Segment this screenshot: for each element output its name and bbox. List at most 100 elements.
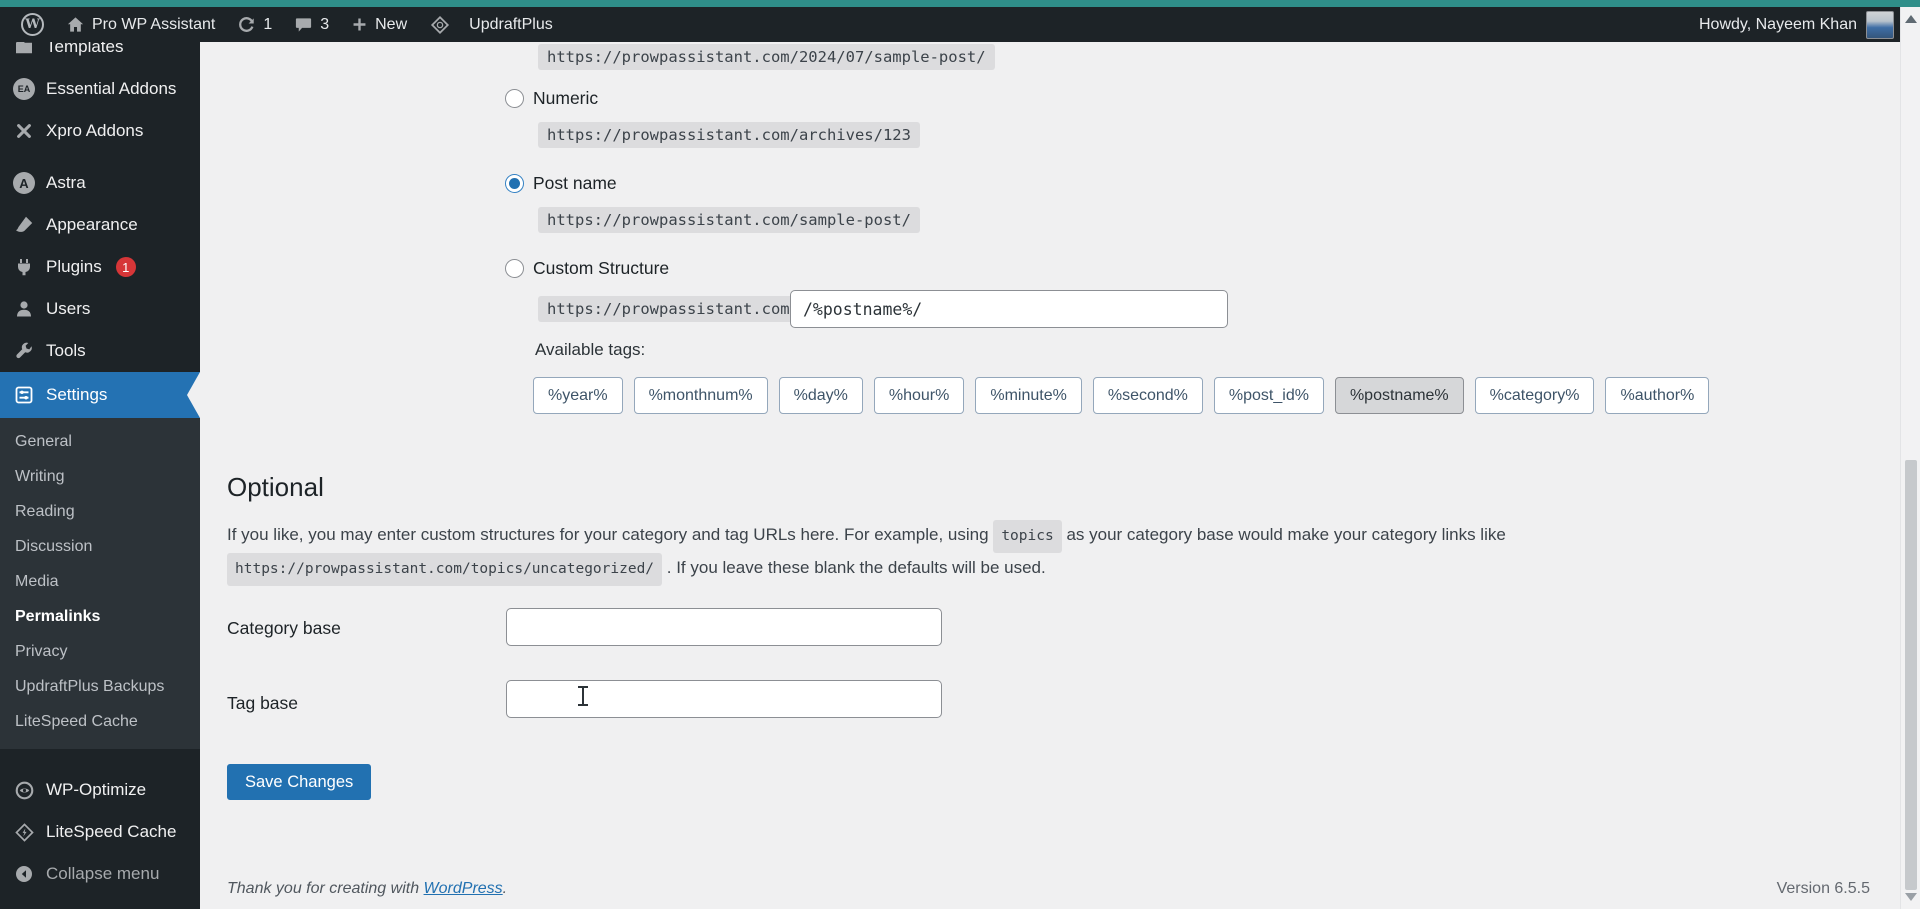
wordpress-admin-screen: W Pro WP Assistant 1 3: [0, 0, 1920, 909]
sidebar-item-users[interactable]: Users: [0, 288, 200, 330]
category-url-code-chip: https://prowpassistant.com/topics/uncate…: [227, 553, 662, 586]
site-name-button[interactable]: Pro WP Assistant: [55, 7, 226, 42]
wordpress-menu-button[interactable]: W: [10, 7, 55, 42]
sidebar-item-tools[interactable]: Tools: [0, 330, 200, 372]
footer-period: .: [503, 880, 507, 897]
post-name-option[interactable]: Post name: [505, 173, 617, 194]
sidebar-item-plugins[interactable]: Plugins 1: [0, 246, 200, 288]
submenu-item-privacy[interactable]: Privacy: [0, 634, 200, 669]
wordpress-link[interactable]: WordPress: [424, 880, 503, 897]
tag-base-input[interactable]: [506, 680, 942, 718]
collapse-arrow-icon: [12, 864, 36, 884]
tag-button-monthnum[interactable]: %monthnum%: [634, 377, 768, 414]
scrollbar-thumb[interactable]: [1905, 460, 1917, 890]
site-name-label: Pro WP Assistant: [92, 16, 215, 34]
up-triangle-icon: [1905, 15, 1917, 23]
optional-description-line2: https://prowpassistant.com/topics/uncate…: [227, 553, 1527, 586]
category-base-input[interactable]: [506, 608, 942, 646]
howdy-label[interactable]: Howdy, Nayeem Khan: [1699, 16, 1857, 34]
optional-description: If you like, you may enter custom struct…: [227, 520, 1527, 586]
wp-optimize-icon: [12, 780, 36, 801]
scroll-down-arrow[interactable]: [1901, 887, 1920, 907]
xpro-x-icon: [12, 122, 36, 140]
submenu-item-discussion[interactable]: Discussion: [0, 529, 200, 564]
numeric-radio[interactable]: [505, 89, 524, 108]
description-text: . If you leave these blank the defaults …: [667, 558, 1046, 577]
astra-icon: A: [12, 172, 36, 194]
footer-version: Version 6.5.5: [1777, 880, 1870, 898]
tag-button-postname[interactable]: %postname%: [1335, 377, 1464, 414]
footer-thanks: Thank you for creating with WordPress.: [227, 880, 507, 898]
sidebar-item-templates[interactable]: Templates: [0, 42, 200, 68]
permalink-settings-content: https://prowpassistant.com/2024/07/sampl…: [200, 42, 1900, 909]
post-name-radio[interactable]: [505, 174, 524, 193]
sidebar-item-litespeed[interactable]: LiteSpeed Cache: [0, 811, 200, 853]
vertical-scrollbar[interactable]: [1900, 7, 1920, 909]
sidebar-item-wp-optimize[interactable]: WP-Optimize: [0, 769, 200, 811]
scroll-up-arrow[interactable]: [1901, 9, 1920, 29]
tag-button-post-id[interactable]: %post_id%: [1214, 377, 1324, 414]
save-changes-button[interactable]: Save Changes: [227, 764, 371, 800]
available-tags-row: %year% %monthnum% %day% %hour% %minute% …: [533, 377, 1709, 414]
numeric-example-url: https://prowpassistant.com/archives/123: [538, 122, 920, 148]
sidebar-item-label: Astra: [46, 173, 86, 193]
updraftplus-diamond-icon: [429, 14, 451, 36]
submenu-item-writing[interactable]: Writing: [0, 459, 200, 494]
tag-button-hour[interactable]: %hour%: [874, 377, 964, 414]
window-top-strip: [0, 0, 1920, 7]
admin-sidebar: Templates EA Essential Addons Xpro Addon…: [0, 42, 200, 909]
custom-structure-radio-label: Custom Structure: [533, 258, 669, 279]
sidebar-item-label: Plugins: [46, 257, 102, 277]
user-avatar[interactable]: [1866, 11, 1894, 39]
tag-button-minute[interactable]: %minute%: [975, 377, 1081, 414]
submenu-item-updraftplus-backups[interactable]: UpdraftPlus Backups: [0, 669, 200, 704]
new-content-button[interactable]: New: [340, 7, 418, 42]
collapse-menu-button[interactable]: Collapse menu: [0, 853, 200, 895]
custom-structure-input[interactable]: [790, 290, 1228, 328]
update-icon: [237, 15, 256, 34]
sidebar-item-astra[interactable]: A Astra: [0, 162, 200, 204]
updates-button[interactable]: 1: [226, 7, 283, 42]
submenu-item-media[interactable]: Media: [0, 564, 200, 599]
sidebar-item-label: WP-Optimize: [46, 780, 146, 800]
submenu-item-litespeed-cache[interactable]: LiteSpeed Cache: [0, 704, 200, 739]
updraftplus-label: UpdraftPlus: [469, 16, 553, 34]
sidebar-item-label: Settings: [46, 385, 107, 405]
wrench-icon: [12, 341, 36, 361]
month-name-example-url: https://prowpassistant.com/2024/07/sampl…: [538, 44, 995, 70]
submenu-item-permalinks[interactable]: Permalinks: [0, 599, 200, 634]
sidebar-item-appearance[interactable]: Appearance: [0, 204, 200, 246]
essential-addons-icon: EA: [12, 78, 36, 100]
sidebar-item-xpro-addons[interactable]: Xpro Addons: [0, 110, 200, 152]
tag-button-day[interactable]: %day%: [779, 377, 863, 414]
tag-base-label: Tag base: [227, 693, 298, 714]
sidebar-item-essential-addons[interactable]: EA Essential Addons: [0, 68, 200, 110]
comments-button[interactable]: 3: [283, 7, 340, 42]
settings-sliders-icon: [12, 385, 36, 405]
tag-button-second[interactable]: %second%: [1093, 377, 1203, 414]
sidebar-item-label: Xpro Addons: [46, 121, 143, 141]
numeric-option[interactable]: Numeric: [505, 88, 598, 109]
sidebar-item-settings[interactable]: Settings: [0, 372, 200, 418]
sidebar-item-label: Users: [46, 299, 90, 319]
description-text: as your category base would make your ca…: [1066, 525, 1505, 544]
updraftplus-button[interactable]: UpdraftPlus: [418, 7, 564, 42]
update-count: 1: [263, 16, 272, 34]
down-triangle-icon: [1905, 893, 1917, 901]
tag-button-author[interactable]: %author%: [1605, 377, 1709, 414]
optional-description-line1: If you like, you may enter custom struct…: [227, 520, 1527, 553]
sidebar-mid-group: A Astra Appearance Plugins 1: [0, 162, 200, 372]
custom-structure-option[interactable]: Custom Structure: [505, 258, 669, 279]
submenu-item-reading[interactable]: Reading: [0, 494, 200, 529]
optional-heading: Optional: [227, 472, 324, 503]
submenu-item-general[interactable]: General: [0, 424, 200, 459]
tag-button-year[interactable]: %year%: [533, 377, 623, 414]
sidebar-item-label: Essential Addons: [46, 79, 176, 99]
admin-bar-right: Howdy, Nayeem Khan: [1699, 7, 1900, 42]
post-name-radio-label: Post name: [533, 173, 617, 194]
wordpress-logo-icon: W: [21, 13, 44, 36]
topics-code-chip: topics: [993, 520, 1061, 553]
custom-structure-radio[interactable]: [505, 259, 524, 278]
comment-icon: [294, 15, 313, 34]
tag-button-category[interactable]: %category%: [1475, 377, 1595, 414]
